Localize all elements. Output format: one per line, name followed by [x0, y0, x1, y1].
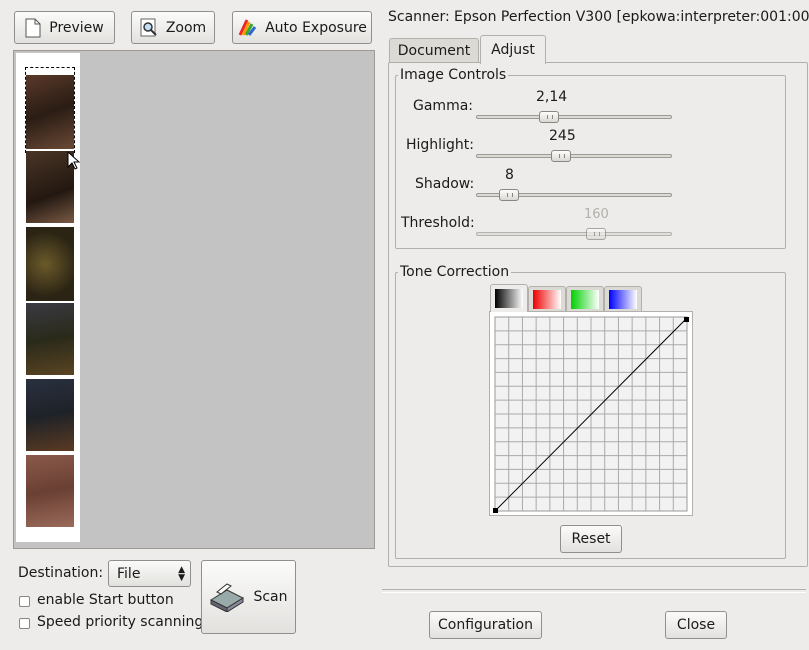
scan-label: Scan — [253, 589, 288, 605]
tone-curve-editor[interactable] — [489, 311, 693, 516]
enable-start-button-label: enable Start button — [37, 592, 174, 608]
preview-button[interactable]: Preview — [14, 11, 115, 44]
curve-point-low — [493, 508, 498, 513]
film-frame — [26, 303, 74, 375]
film-frame — [26, 379, 74, 451]
shadow-label: Shadow: — [415, 176, 475, 192]
tab-document[interactable]: Document — [389, 38, 479, 62]
close-button[interactable]: Close — [665, 611, 727, 639]
destination-select[interactable]: File ▲ ▼ — [108, 560, 191, 587]
enable-start-button-checkbox[interactable] — [19, 596, 30, 607]
scanner-icon — [210, 583, 245, 612]
film-strip-preview — [16, 53, 80, 542]
gamma-value: 2,14 — [536, 89, 568, 105]
configuration-button[interactable]: Configuration — [429, 611, 542, 639]
tone-channel-black[interactable] — [490, 284, 528, 312]
film-frame — [26, 75, 74, 149]
mouse-cursor-icon — [67, 151, 81, 170]
tone-correction-title: Tone Correction — [398, 264, 512, 280]
zoom-label: Zoom — [165, 19, 207, 36]
tone-curve-graph — [493, 316, 689, 513]
destination-value: File — [117, 565, 141, 582]
highlight-slider-thumb[interactable] — [551, 150, 571, 162]
destination-label: Destination: — [18, 565, 104, 581]
highlight-label: Highlight: — [406, 137, 474, 153]
blue-gradient-icon — [609, 290, 637, 309]
magnifier-icon — [140, 18, 157, 36]
tab-adjust[interactable]: Adjust — [480, 35, 546, 64]
highlight-value: 245 — [549, 128, 576, 144]
gamma-slider-thumb[interactable] — [539, 111, 559, 123]
shadow-slider-thumb[interactable] — [499, 189, 519, 201]
speed-priority-label: Speed priority scanning — [37, 614, 204, 630]
threshold-slider[interactable] — [476, 232, 672, 236]
threshold-label: Threshold: — [401, 215, 475, 231]
gamma-slider[interactable] — [476, 115, 672, 119]
reset-button[interactable]: Reset — [560, 525, 622, 553]
curve-point-high — [684, 317, 689, 322]
preview-label: Preview — [49, 19, 104, 36]
tone-channel-red[interactable] — [528, 286, 566, 312]
scan-button[interactable]: Scan — [201, 560, 296, 634]
film-frame — [26, 455, 74, 527]
tone-channel-green[interactable] — [566, 286, 604, 312]
scanner-name: Epson Perfection V300 [epkowa:interprete… — [454, 9, 809, 25]
zoom-button[interactable]: Zoom — [131, 11, 215, 44]
document-icon — [25, 18, 41, 37]
gamma-label: Gamma: — [413, 98, 473, 114]
up-down-arrows-icon: ▲ ▼ — [178, 565, 185, 583]
preview-area[interactable] — [13, 50, 375, 549]
image-controls-title: Image Controls — [398, 67, 509, 83]
threshold-value: 160 — [584, 207, 609, 222]
auto-exposure-label: Auto Exposure — [265, 19, 367, 36]
shadow-value: 8 — [505, 167, 514, 183]
black-gradient-icon — [495, 289, 523, 308]
separator — [382, 589, 806, 593]
color-swatch-icon — [238, 18, 257, 36]
auto-exposure-button[interactable]: Auto Exposure — [232, 11, 372, 44]
scanner-label: Scanner: — [388, 9, 450, 25]
tone-channel-blue[interactable] — [604, 286, 642, 312]
speed-priority-checkbox[interactable] — [19, 618, 30, 629]
film-frame — [26, 227, 74, 301]
red-gradient-icon — [533, 290, 561, 309]
highlight-slider[interactable] — [476, 154, 672, 158]
threshold-slider-thumb[interactable] — [586, 228, 606, 240]
green-gradient-icon — [571, 290, 599, 309]
